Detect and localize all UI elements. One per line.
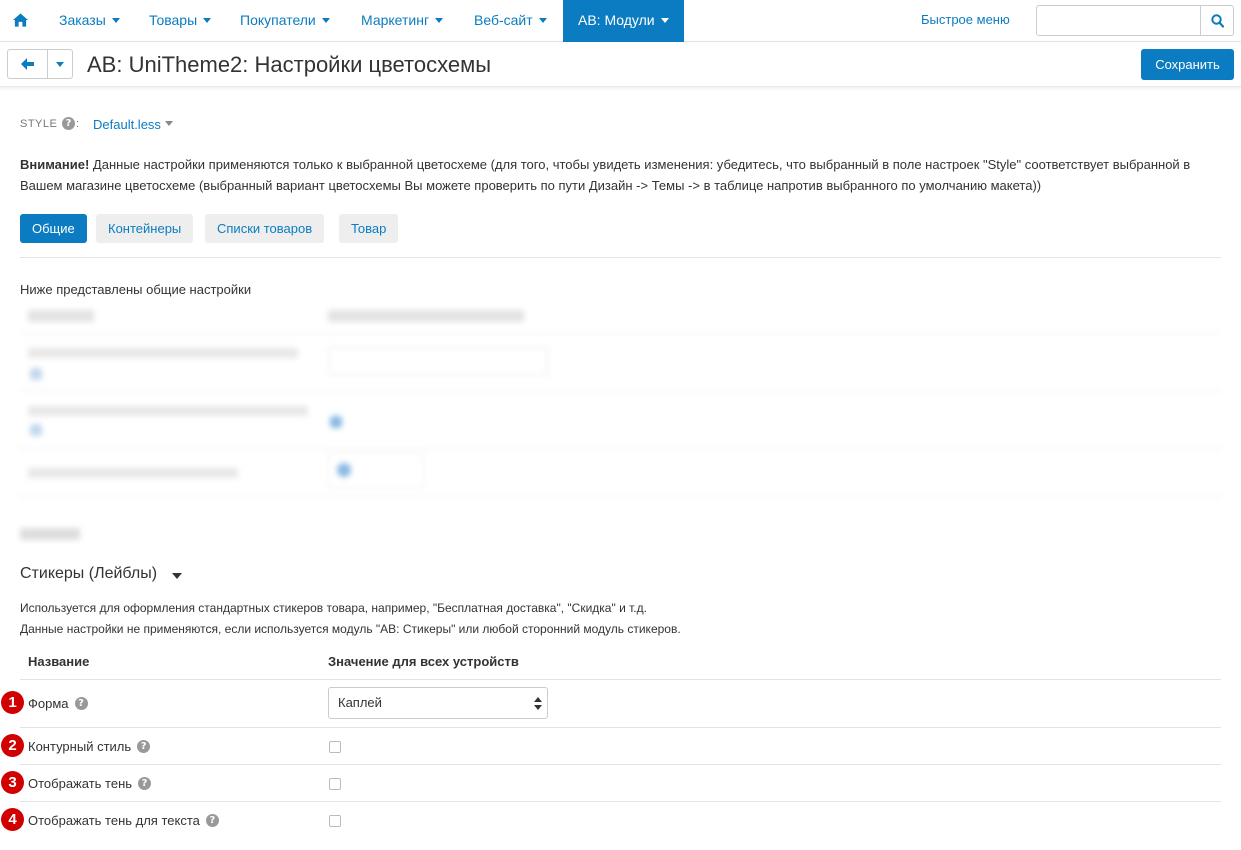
chevron-down-icon bbox=[56, 62, 64, 67]
chevron-down-icon bbox=[660, 17, 669, 23]
general-description: Ниже представлены общие настройки bbox=[20, 282, 252, 297]
help-icon[interactable]: ? bbox=[137, 740, 151, 754]
help-icon[interactable]: ? bbox=[62, 117, 75, 130]
shape-select[interactable]: Каплей bbox=[328, 687, 548, 719]
warning-bold: Внимание! bbox=[20, 157, 90, 172]
chevron-down-icon bbox=[111, 17, 120, 23]
nav-products[interactable]: Товары bbox=[149, 0, 212, 42]
table-divider bbox=[20, 764, 1221, 765]
save-button[interactable]: Сохранить bbox=[1141, 49, 1234, 80]
chevron-down-icon bbox=[164, 121, 173, 127]
table-divider bbox=[20, 801, 1221, 802]
setting-label-text-shadow: Отображать тень для текста? bbox=[28, 813, 219, 828]
style-dropdown[interactable]: Default.less bbox=[93, 117, 173, 132]
stickers-description-line: Данные настройки не применяются, если ис… bbox=[20, 622, 681, 636]
help-icon[interactable]: ? bbox=[138, 777, 152, 791]
top-navigation: Заказы Товары Покупатели Маркетинг Веб-с… bbox=[0, 0, 1241, 42]
home-icon[interactable] bbox=[13, 13, 28, 27]
style-colon: : bbox=[76, 118, 80, 130]
table-divider bbox=[20, 679, 1221, 680]
help-icon[interactable]: ? bbox=[205, 814, 219, 828]
tabs-divider bbox=[20, 257, 1221, 258]
chevron-down-icon bbox=[435, 17, 444, 23]
history-dropdown-button[interactable] bbox=[48, 50, 72, 78]
annotation-marker: 1 bbox=[1, 691, 24, 714]
nav-orders[interactable]: Заказы bbox=[59, 0, 120, 42]
text-shadow-checkbox[interactable] bbox=[329, 815, 341, 827]
style-label: STYLE bbox=[20, 118, 58, 130]
outline-style-checkbox[interactable] bbox=[329, 741, 341, 753]
search-icon bbox=[1211, 14, 1224, 28]
back-button-group bbox=[7, 49, 73, 79]
warning-notice: Внимание! Данные настройки применяются т… bbox=[20, 154, 1220, 196]
select-arrows-icon bbox=[534, 697, 542, 710]
chevron-down-icon[interactable] bbox=[172, 573, 182, 579]
column-header-name: Название bbox=[28, 654, 90, 669]
chevron-down-icon bbox=[203, 17, 212, 23]
stickers-description: Используется для оформления стандартных … bbox=[20, 598, 1220, 640]
nav-marketing[interactable]: Маркетинг bbox=[361, 0, 444, 42]
back-button[interactable] bbox=[8, 50, 48, 78]
nav-ab-modules[interactable]: AB: Модули bbox=[563, 0, 684, 42]
setting-label-shape: Форма? bbox=[28, 696, 88, 711]
tab-containers[interactable]: Контейнеры bbox=[96, 214, 194, 243]
setting-label-outline-style: Контурный стиль? bbox=[28, 739, 151, 754]
chevron-down-icon bbox=[321, 17, 330, 23]
stickers-section-title[interactable]: Стикеры (Лейблы) bbox=[20, 565, 157, 583]
annotation-marker: 2 bbox=[1, 734, 24, 757]
stickers-description-line: Используется для оформления стандартных … bbox=[20, 601, 647, 615]
annotation-marker: 3 bbox=[1, 771, 24, 794]
annotation-marker: 4 bbox=[1, 808, 24, 831]
help-icon[interactable]: ? bbox=[74, 697, 88, 711]
table-divider bbox=[20, 727, 1221, 728]
page-title: AB: UniTheme2: Настройки цветосхемы bbox=[87, 52, 492, 77]
nav-website[interactable]: Веб-сайт bbox=[474, 0, 547, 42]
arrow-left-icon bbox=[21, 58, 34, 70]
search-button[interactable] bbox=[1200, 5, 1234, 36]
quick-menu-link[interactable]: Быстрое меню bbox=[921, 0, 1010, 42]
nav-customers[interactable]: Покупатели bbox=[240, 0, 330, 42]
page-header: AB: UniTheme2: Настройки цветосхемы Сохр… bbox=[0, 43, 1241, 87]
chevron-down-icon bbox=[538, 17, 547, 23]
show-shadow-checkbox[interactable] bbox=[329, 778, 341, 790]
blurred-settings-area bbox=[20, 300, 1221, 550]
tab-product[interactable]: Товар bbox=[339, 214, 399, 243]
search-input[interactable] bbox=[1036, 5, 1201, 36]
setting-label-show-shadow: Отображать тень? bbox=[28, 776, 152, 791]
tab-product-lists[interactable]: Списки товаров bbox=[205, 214, 325, 243]
tab-general[interactable]: Общие bbox=[20, 214, 87, 243]
column-header-value: Значение для всех устройств bbox=[328, 654, 519, 669]
warning-text: Данные настройки применяются только к вы… bbox=[20, 157, 1191, 193]
